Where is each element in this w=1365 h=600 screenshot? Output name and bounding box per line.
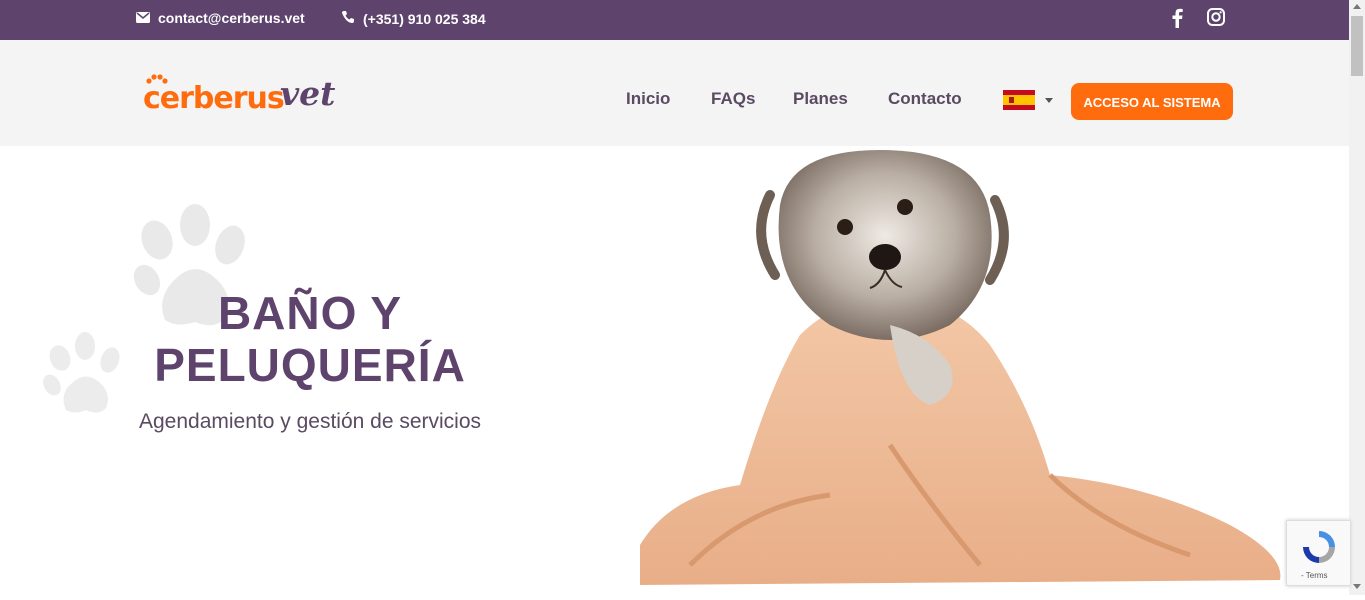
dog-in-towel-image [630, 145, 1290, 595]
scroll-down-icon[interactable] [1353, 584, 1361, 589]
nav-inicio[interactable]: Inicio [626, 89, 670, 109]
facebook-icon [1170, 8, 1184, 32]
phone-text: (+351) 910 025 384 [363, 10, 486, 27]
instagram-link[interactable] [1207, 8, 1225, 31]
chevron-down-icon [1045, 97, 1053, 103]
top-contact-bar: contact@cerberus.vet (+351) 910 025 384 [0, 0, 1349, 40]
logo-text-purple: vet [280, 74, 335, 113]
phone-icon [341, 10, 355, 27]
nav-faqs[interactable]: FAQs [711, 89, 755, 109]
scroll-up-icon[interactable] [1353, 4, 1361, 9]
hero-title: BAÑO Y PELUQUERÍA [110, 287, 510, 391]
page-scrollbar[interactable] [1349, 0, 1365, 595]
recaptcha-badge[interactable]: - Terms [1286, 520, 1350, 586]
contact-phone[interactable]: (+351) 910 025 384 [341, 10, 486, 27]
hero-title-line2: PELUQUERÍA [154, 339, 466, 391]
recaptcha-terms[interactable]: - Terms [1301, 571, 1328, 580]
language-selector[interactable] [1003, 90, 1053, 110]
cerberusvet-logo[interactable]: cerberus vet [143, 64, 353, 116]
facebook-link[interactable] [1170, 8, 1184, 33]
recaptcha-icon [1303, 531, 1335, 563]
email-text: contact@cerberus.vet [158, 10, 305, 26]
scroll-thumb[interactable] [1351, 16, 1363, 76]
logo-text-orange: cerberus [143, 81, 284, 114]
hero-title-line1: BAÑO Y [217, 287, 403, 339]
instagram-icon [1207, 8, 1225, 30]
hero-subtitle: Agendamiento y gestión de servicios [138, 410, 482, 433]
contact-email[interactable]: contact@cerberus.vet [136, 10, 305, 26]
main-header: cerberus vet Inicio FAQs Planes Contacto… [0, 40, 1349, 146]
spain-flag-icon [1003, 90, 1035, 110]
nav-contacto[interactable]: Contacto [888, 89, 962, 109]
nav-planes[interactable]: Planes [793, 89, 848, 109]
envelope-icon [136, 10, 150, 26]
system-access-button[interactable]: ACCESO AL SISTEMA [1071, 83, 1233, 120]
